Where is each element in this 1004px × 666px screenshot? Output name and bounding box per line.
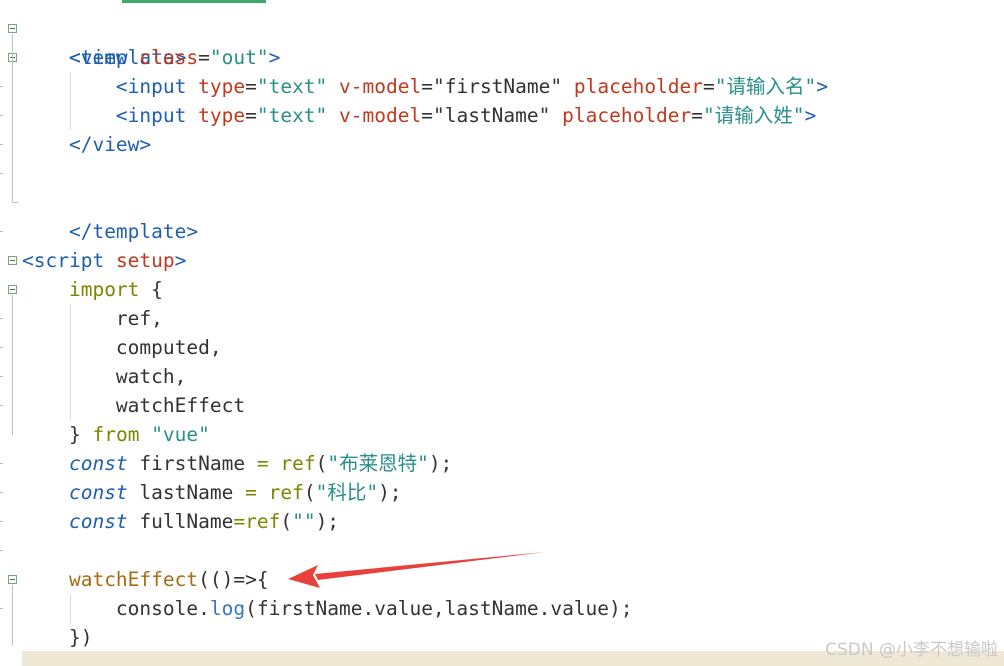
arrow-shaft [315, 552, 545, 580]
annotation-arrow [288, 552, 545, 588]
arrow-head-icon [288, 565, 320, 588]
watermark: CSDN @小李不想输啦 [825, 640, 998, 660]
code-editor[interactable]: <template> <view class="out"> <input typ… [0, 0, 1004, 666]
